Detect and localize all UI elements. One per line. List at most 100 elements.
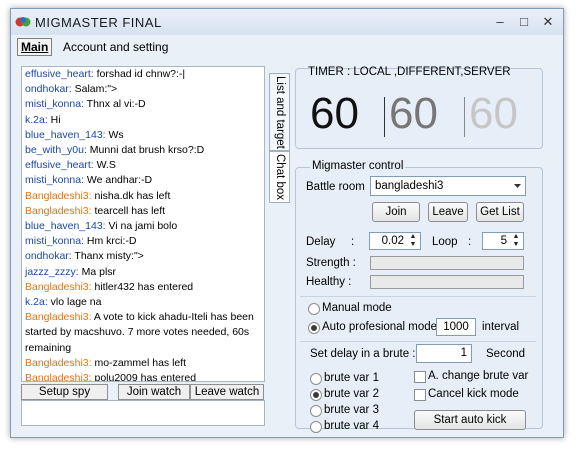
chat-nick: ondhokar: — [25, 83, 72, 96]
chat-line: effusive_heart: forshad id chnw?:-| — [22, 67, 264, 82]
timer-panel: TIMER : LOCAL ,DIFFERENT,SERVER 60 60 60 — [295, 66, 543, 149]
chat-nick: effusive_heart: — [25, 159, 94, 172]
delay-spinner[interactable]: ▲ ▼ — [407, 233, 419, 249]
setup-spy-button[interactable]: Setup spy — [21, 384, 108, 400]
start-auto-kick-button[interactable]: Start auto kick — [414, 410, 526, 430]
chat-line: Bangladeshi3: hitler432 has entered — [22, 280, 264, 295]
auto-interval-input[interactable]: 1000 — [436, 318, 476, 336]
chat-message: Thnx al vi:-D — [83, 98, 146, 111]
chat-message: Ws — [105, 128, 124, 141]
loop-input[interactable]: 5 ▲ ▼ — [482, 232, 524, 250]
chat-message: hitler432 has entered — [91, 280, 194, 293]
cancel-kick-checkbox[interactable] — [414, 389, 426, 401]
brute-var-2-radio[interactable] — [310, 389, 322, 401]
auto-mode-label: Auto profesional mode — [322, 321, 438, 333]
brute-var-3-label: brute var 3 — [324, 404, 379, 416]
section-divider — [300, 341, 536, 342]
migmaster-control-panel: Migmaster control Battle room bangladesh… — [295, 160, 543, 433]
chat-line: Bangladeshi3: A vote to kick ahadu-Iteli… — [22, 310, 264, 356]
window-title: MIGMASTER FINAL — [35, 15, 162, 30]
brute-var-2-label: brute var 2 — [324, 388, 379, 400]
menu-account-setting[interactable]: Account and setting — [63, 39, 168, 55]
chat-message: Munni dat brush krso?:D — [86, 144, 205, 157]
menu-main[interactable]: Main — [17, 38, 53, 56]
chat-line: blue_haven_143: Ws — [22, 128, 264, 143]
chat-log[interactable]: effusive_heart: forshad id chnw?:-| ondho… — [21, 66, 265, 382]
chat-message: We andhar:-D — [83, 174, 153, 187]
chat-line: misti_konna: Hm krci:-D — [22, 234, 264, 249]
cancel-kick-label: Cancel kick mode — [428, 388, 519, 400]
leave-button[interactable]: Leave — [428, 202, 468, 222]
chat-line: ondhokar: Thanx misty:"> — [22, 249, 264, 264]
chat-nick: Bangladeshi3: — [25, 311, 92, 324]
interval-label: interval — [482, 321, 520, 333]
loop-value: 5 — [500, 235, 507, 247]
chat-nick: misti_konna: — [25, 235, 84, 248]
chat-message: tearcell has left — [91, 204, 166, 217]
chat-nick: misti_konna: — [25, 174, 84, 187]
close-button[interactable]: ✕ — [537, 14, 559, 30]
strength-bar — [370, 256, 524, 270]
loop-spinner[interactable]: ▲ ▼ — [510, 233, 522, 249]
chat-message: nisha.dk has left — [91, 189, 171, 202]
chat-message: mo-zammel has left — [91, 356, 187, 369]
timer-server: 60 — [469, 89, 518, 138]
chat-nick: jazzz_zzzy: — [25, 265, 79, 278]
delay-label: Delay — [306, 236, 336, 248]
tab-list-and-target[interactable]: List and target — [269, 73, 290, 151]
timer-local: 60 — [310, 89, 359, 138]
battle-room-value: bangladeshi3 — [375, 180, 444, 192]
app-icon — [15, 17, 31, 27]
brute-var-1-radio[interactable] — [310, 373, 322, 385]
timer-separator — [464, 97, 465, 137]
battle-room-select[interactable]: bangladeshi3 — [370, 176, 526, 196]
leave-watch-button[interactable]: Leave watch — [190, 384, 264, 400]
chat-nick: effusive_heart: — [25, 68, 94, 80]
set-delay-label: Set delay in a brute : — [310, 348, 416, 360]
delay-input[interactable]: 0.02 ▲ ▼ — [369, 232, 421, 250]
auto-mode-radio[interactable] — [308, 322, 320, 334]
chat-nick: Bangladeshi3: — [25, 189, 92, 202]
chat-button-row: Setup spy Join watch Leave watch — [21, 384, 265, 400]
chat-message-input[interactable] — [21, 400, 265, 426]
chevron-down-icon — [514, 184, 521, 188]
chat-nick: Bangladeshi3: — [25, 372, 92, 382]
get-list-button[interactable]: Get List — [476, 202, 524, 222]
auto-change-brute-checkbox[interactable] — [414, 371, 426, 383]
brute-var-1-label: brute var 1 — [324, 372, 379, 384]
chat-line: Bangladeshi3: mo-zammel has left — [22, 356, 264, 371]
brute-var-4-radio[interactable] — [310, 421, 322, 433]
chat-message: polu2009 has entered — [91, 372, 197, 382]
manual-mode-label: Manual mode — [322, 302, 392, 314]
chat-nick: blue_haven_143: — [25, 128, 106, 141]
join-watch-button[interactable]: Join watch — [118, 384, 190, 400]
menu-bar: Main Account and setting — [11, 36, 563, 57]
control-label: Migmaster control — [310, 160, 406, 172]
chat-line: Bangladeshi3: nisha.dk has left — [22, 189, 264, 204]
loop-colon: : — [468, 236, 472, 248]
maximize-button[interactable]: □ — [513, 14, 535, 30]
timer-label: TIMER : LOCAL ,DIFFERENT,SERVER — [308, 66, 511, 78]
brute-delay-value: 1 — [460, 347, 467, 359]
join-button[interactable]: Join — [372, 202, 420, 222]
delay-value: 0.02 — [381, 235, 404, 247]
chat-nick: blue_haven_143: — [25, 220, 106, 233]
chat-message: Vi na jami bolo — [105, 220, 178, 233]
chat-line: k.2a: Hi — [22, 113, 264, 128]
brute-var-3-radio[interactable] — [310, 405, 322, 417]
manual-mode-radio[interactable] — [308, 303, 320, 315]
chat-line: jazzz_zzzy: Ma plsr — [22, 265, 264, 280]
battle-room-label: Battle room — [306, 181, 365, 193]
chat-nick: Bangladeshi3: — [25, 204, 92, 217]
tab-chat-box[interactable]: Chat box — [269, 151, 290, 203]
healthy-label: Healthy : — [306, 276, 352, 288]
chat-line: misti_konna: We andhar:-D — [22, 173, 264, 188]
minimize-button[interactable]: – — [489, 14, 511, 30]
brute-delay-input[interactable]: 1 — [416, 344, 472, 363]
chat-message: Thanx misty:"> — [71, 250, 144, 263]
timer-different: 60 — [389, 89, 438, 138]
chat-message: vlo lage na — [47, 296, 102, 309]
auto-interval-value: 1000 — [443, 321, 469, 333]
chat-nick: misti_konna: — [25, 98, 84, 111]
strength-label: Strength : — [306, 257, 356, 269]
